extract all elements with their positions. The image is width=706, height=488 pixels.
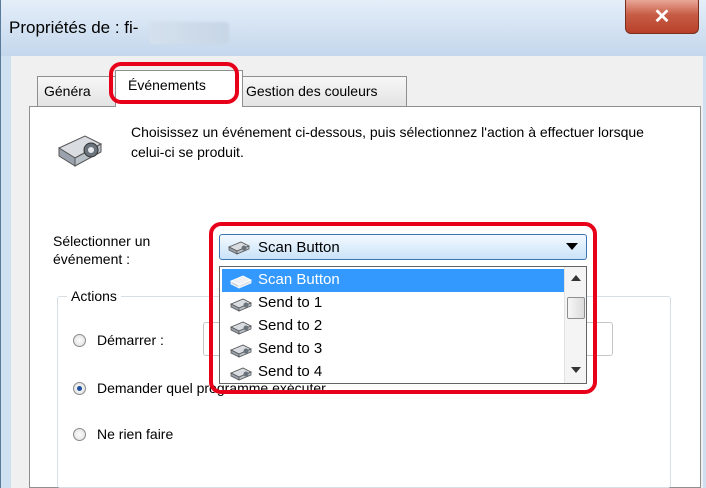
radio-start-label: Démarrer : bbox=[97, 332, 164, 348]
close-button[interactable]: ✕ bbox=[625, 0, 699, 34]
redacted-model-name bbox=[149, 22, 229, 44]
tab-highlight bbox=[109, 62, 239, 104]
tab-general-label: Généra bbox=[44, 83, 91, 99]
select-event-label: Sélectionner un événement : bbox=[53, 232, 150, 268]
actions-title: Actions bbox=[67, 288, 121, 304]
title-bar: Propriétés de : fi- ✕ bbox=[1, 0, 706, 56]
select-event-label-line1: Sélectionner un bbox=[53, 233, 151, 249]
select-event-label-line2: événement : bbox=[53, 251, 131, 267]
properties-window: Propriétés de : fi- ✕ Généra Événements … bbox=[0, 0, 706, 488]
radio-ask-program-button[interactable] bbox=[73, 382, 86, 395]
select-highlight bbox=[209, 222, 597, 394]
close-icon: ✕ bbox=[653, 6, 671, 28]
window-title: Propriétés de : fi- bbox=[9, 18, 139, 37]
event-description: Choisissez un événement ci-dessous, puis… bbox=[131, 124, 644, 160]
radio-do-nothing-button[interactable] bbox=[73, 428, 86, 441]
radio-do-nothing-label: Ne rien faire bbox=[97, 426, 174, 442]
radio-start-button[interactable] bbox=[73, 334, 86, 347]
tab-color-management[interactable]: Gestion des couleurs bbox=[239, 76, 407, 106]
tab-colors-label: Gestion des couleurs bbox=[246, 83, 378, 99]
scanner-icon bbox=[57, 135, 103, 167]
